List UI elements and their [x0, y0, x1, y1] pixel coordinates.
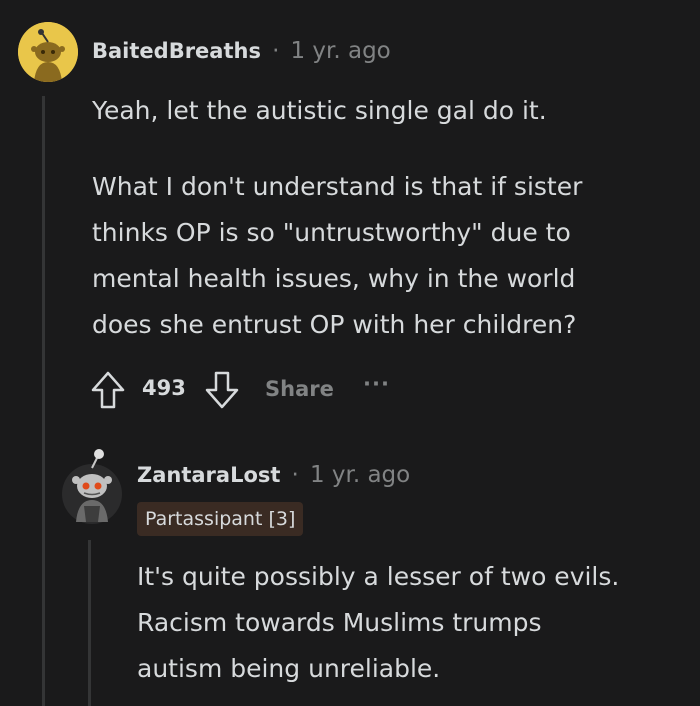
arrow-down-icon	[205, 371, 239, 409]
user-flair: Partassipant [3]	[137, 502, 304, 536]
avatar[interactable]	[18, 22, 78, 82]
username[interactable]: ZantaraLost	[137, 463, 280, 487]
comment-line: does she entrust OP with her children?	[92, 310, 577, 339]
comment-line: autism being unreliable.	[137, 654, 441, 683]
comment-line: mental health issues, why in the world	[92, 264, 576, 293]
snoo-avatar-icon	[18, 22, 78, 82]
comment-line: thinks OP is so "untrustworthy" due to	[92, 218, 571, 247]
timestamp[interactable]: 1 yr. ago	[290, 38, 390, 64]
snoo-avatar-icon	[62, 449, 122, 524]
comment-paragraph: Yeah, let the autistic single gal do it.	[92, 96, 547, 125]
comment-header: ZantaraLost · 1 yr. ago	[137, 462, 410, 488]
downvote-button[interactable]	[204, 370, 240, 410]
timestamp[interactable]: 1 yr. ago	[310, 462, 410, 488]
separator: ·	[272, 38, 280, 64]
comment-header: BaitedBreaths · 1 yr. ago	[92, 38, 391, 64]
share-button[interactable]: Share	[265, 377, 334, 401]
thread-line[interactable]	[88, 540, 91, 706]
comment-paragraph: What I don't understand is that if siste…	[92, 164, 582, 348]
comment-body: It's quite possibly a lesser of two evil…	[137, 554, 619, 692]
upvote-button[interactable]	[90, 370, 126, 410]
avatar[interactable]	[62, 446, 122, 524]
arrow-up-icon	[91, 371, 125, 409]
username[interactable]: BaitedBreaths	[92, 39, 261, 63]
comment-line: Racism towards Muslims trumps	[137, 608, 542, 637]
vote-score: 493	[142, 376, 186, 400]
more-options-button[interactable]: ···	[363, 372, 390, 396]
separator: ·	[291, 462, 299, 488]
comment-line: What I don't understand is that if siste…	[92, 172, 583, 201]
comment-line: It's quite possibly a lesser of two evil…	[137, 562, 620, 591]
thread-line[interactable]	[42, 96, 45, 706]
